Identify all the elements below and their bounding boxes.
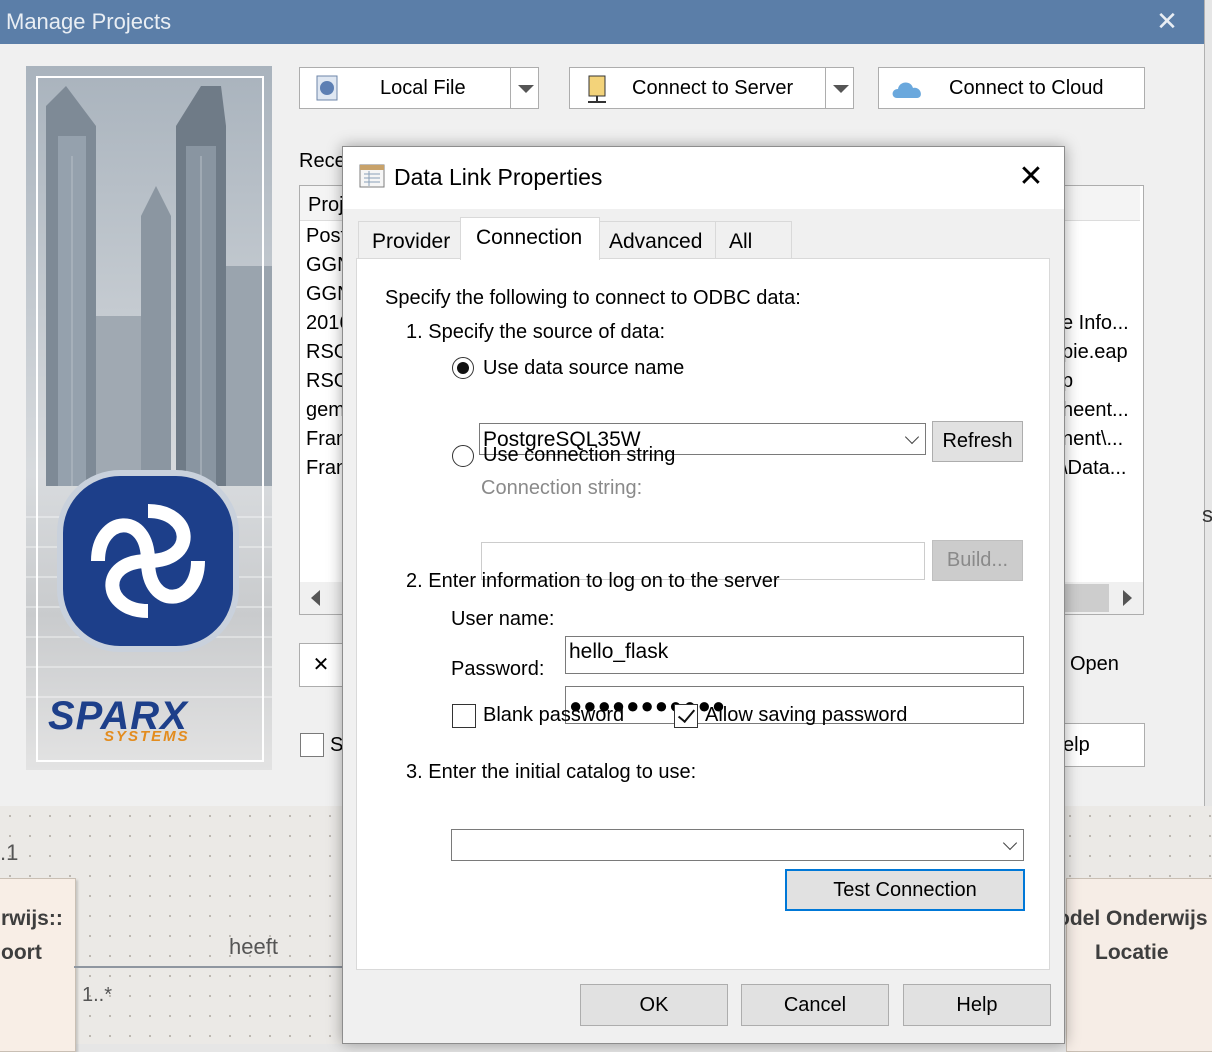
association-line[interactable]: [74, 966, 344, 968]
help-button-label: elp: [1063, 734, 1090, 756]
username-label: User name:: [451, 608, 555, 630]
data-link-icon: [359, 164, 385, 188]
allow-saving-password-checkbox[interactable]: [674, 704, 698, 728]
uml-class-left[interactable]: rwijs:: oort: [0, 878, 76, 1052]
chevron-down-icon[interactable]: [825, 68, 854, 108]
list-item-path: \Data...: [1062, 457, 1127, 479]
blank-password-label[interactable]: Blank password: [483, 704, 624, 727]
list-item[interactable]: Post: [306, 225, 346, 248]
close-icon[interactable]: ✕: [1013, 159, 1049, 195]
intro-text: Specify the following to connect to ODBC…: [385, 287, 801, 309]
blank-password-checkbox[interactable]: [452, 704, 476, 728]
step-2-heading: 2. Enter information to log on to the se…: [406, 570, 780, 592]
tab-provider[interactable]: Provider: [358, 221, 461, 259]
use-dsn-radio[interactable]: [452, 357, 474, 379]
panel-frame: [36, 76, 264, 762]
remove-project-button[interactable]: ✕: [299, 643, 343, 687]
multiplicity-label: 1..*: [82, 984, 113, 1006]
uml-class-right[interactable]: odel Onderwijs Locatie: [1057, 878, 1212, 1052]
use-dsn-label[interactable]: Use data source name: [483, 357, 684, 380]
connection-tab-panel: Specify the following to connect to ODBC…: [356, 258, 1050, 970]
ok-button[interactable]: OK: [580, 984, 728, 1026]
server-icon: [588, 75, 606, 103]
tab-label: All: [729, 230, 753, 253]
refresh-button[interactable]: Refresh: [932, 421, 1023, 462]
class-name-line: rwijs::: [1, 907, 63, 930]
use-connection-string-label[interactable]: Use connection string: [483, 444, 675, 467]
connect-to-cloud-button[interactable]: Connect to Cloud: [878, 67, 1145, 109]
class-name-line: odel Onderwijs: [1057, 907, 1208, 930]
tab-label: Provider: [372, 230, 451, 253]
tab-label: Advanced: [609, 230, 703, 253]
test-connection-button[interactable]: Test Connection: [785, 869, 1025, 911]
dialog-titlebar[interactable]: Data Link Properties ✕: [343, 147, 1064, 209]
list-item-path: pie.eap: [1062, 341, 1128, 363]
step-3-heading: 3. Enter the initial catalog to use:: [406, 761, 697, 783]
list-item-path: e Info...: [1062, 312, 1129, 334]
dialog-title: Data Link Properties: [394, 164, 603, 190]
list-item[interactable]: gem: [306, 399, 345, 422]
username-value: hello_flask: [569, 640, 669, 663]
allow-saving-password-label[interactable]: Allow saving password: [705, 704, 907, 727]
recent-projects-label: Rece: [299, 150, 346, 172]
list-item[interactable]: Fran: [306, 457, 347, 480]
column-header-label: Proj: [308, 194, 344, 216]
connect-to-cloud-label: Connect to Cloud: [949, 77, 1104, 99]
list-item-path: nent\...: [1062, 428, 1124, 450]
chevron-down-icon: [904, 429, 920, 445]
chevron-down-icon: [1002, 835, 1018, 851]
cloud-icon: [892, 82, 921, 98]
initial-catalog-select[interactable]: [451, 829, 1024, 861]
window-title: Manage Projects: [6, 9, 172, 34]
data-link-properties-dialog: Data Link Properties ✕ Provider Connecti…: [342, 146, 1065, 1044]
sparx-branding-panel: SPARX SYSTEMS: [26, 66, 272, 770]
local-file-label: Local File: [380, 77, 466, 99]
step-1-heading: 1. Specify the source of data:: [406, 321, 666, 343]
tab-advanced[interactable]: Advanced: [599, 221, 716, 259]
edge-text-fragment: s: [1202, 502, 1212, 527]
password-label: Password:: [451, 658, 545, 680]
close-icon[interactable]: ✕: [1152, 5, 1182, 37]
open-button-label[interactable]: Open: [1070, 653, 1119, 676]
list-item[interactable]: Fran: [306, 428, 347, 451]
chevron-down-icon[interactable]: [510, 68, 539, 108]
local-file-icon: [316, 75, 338, 101]
association-label: heeft: [229, 934, 278, 959]
class-name-line: Locatie: [1095, 941, 1169, 964]
help-button[interactable]: Help: [903, 984, 1051, 1026]
use-connection-string-radio[interactable]: [452, 445, 474, 467]
scroll-left-icon[interactable]: [300, 582, 334, 614]
tab-label: Connection: [476, 226, 583, 249]
connect-to-server-label: Connect to Server: [632, 77, 794, 99]
tab-all[interactable]: All: [715, 221, 792, 259]
manage-projects-titlebar[interactable]: Manage Projects ✕: [0, 0, 1204, 44]
cancel-button[interactable]: Cancel: [741, 984, 889, 1026]
build-button[interactable]: Build...: [932, 540, 1023, 581]
scrollbar-thumb[interactable]: [1065, 584, 1109, 612]
connect-to-server-button[interactable]: Connect to Server: [569, 67, 854, 109]
username-input[interactable]: hello_flask: [565, 636, 1024, 674]
multiplicity-label: .1: [0, 840, 19, 865]
tab-connection[interactable]: Connection: [460, 217, 600, 260]
list-item-path: heent...: [1062, 399, 1129, 421]
class-name-line: oort: [1, 941, 42, 964]
startup-checkbox[interactable]: [300, 733, 324, 757]
connection-string-label: Connection string:: [481, 477, 643, 499]
local-file-button[interactable]: Local File: [299, 67, 539, 109]
scroll-right-icon[interactable]: [1109, 582, 1143, 614]
